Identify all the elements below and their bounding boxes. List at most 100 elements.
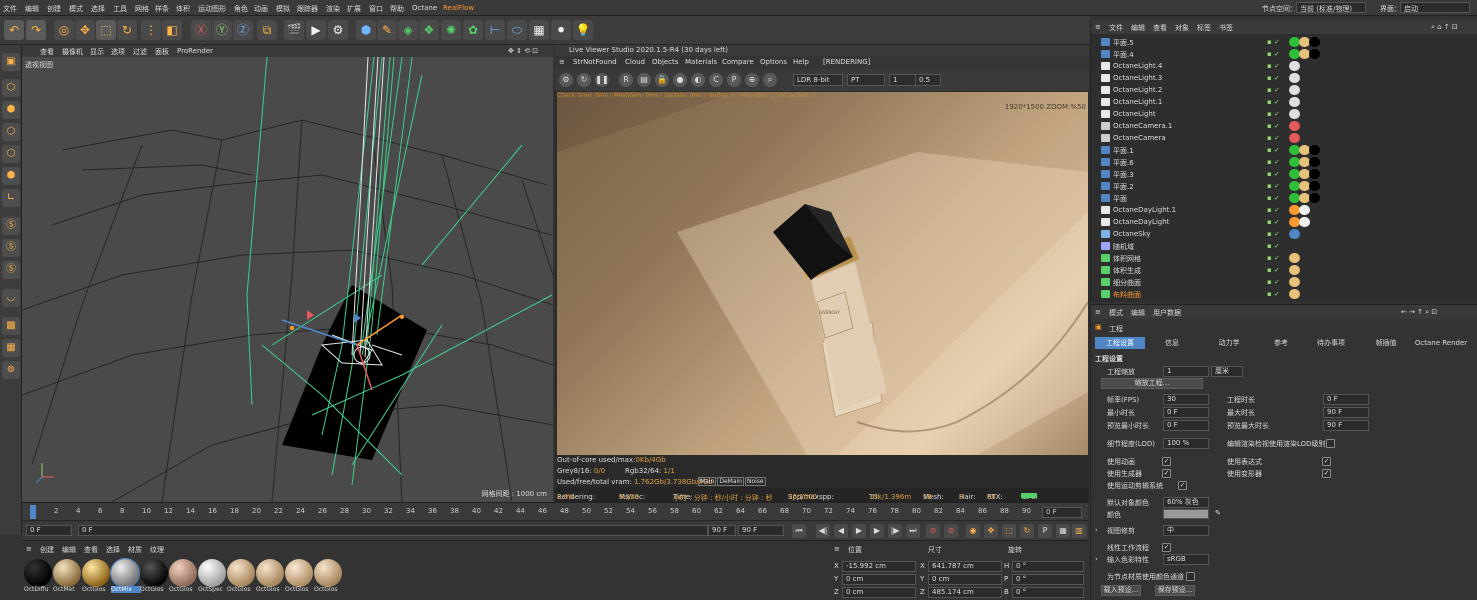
render-settings-icon[interactable]: ⚙ <box>328 20 348 40</box>
material-ball[interactable] <box>285 559 313 587</box>
object-row[interactable]: 平面.4 ▪ ✓ <box>1091 48 1477 60</box>
attr-menu-edit[interactable]: 编辑 <box>1131 308 1145 318</box>
pos-z-field[interactable]: 0 cm <box>842 587 916 598</box>
next-key-icon[interactable]: |▶ <box>888 524 902 538</box>
rot-p-field[interactable]: 0 ° <box>1012 574 1084 585</box>
obj-menu-icon[interactable]: ≡ <box>1095 23 1101 31</box>
mat-menu-select[interactable]: 选择 <box>106 545 120 555</box>
visibility-toggle-icon[interactable]: ▪ ✓ <box>1267 38 1280 46</box>
autokey-icon[interactable]: ⊘ <box>944 524 958 538</box>
object-tag-icon[interactable] <box>1289 85 1300 95</box>
tab-octane-render[interactable]: Octane Render <box>1411 337 1471 349</box>
lv-sphere-icon[interactable]: ● <box>673 73 687 87</box>
recent-tools-icon[interactable]: ⋮ <box>141 20 161 40</box>
points-mode-icon[interactable]: ⬡ <box>2 123 20 141</box>
lv-tab-main[interactable]: Main <box>698 477 717 486</box>
menu-mode[interactable]: 模式 <box>69 4 83 14</box>
start-frame-field[interactable]: 0 F <box>26 525 72 536</box>
snap-s2-icon[interactable]: Ⓢ <box>2 239 20 257</box>
go-to-end-icon[interactable]: ⏭ <box>906 524 920 538</box>
lv-zoom-icon[interactable]: ⌕ <box>763 73 777 87</box>
tab-info[interactable]: 信息 <box>1147 337 1197 349</box>
visibility-toggle-icon[interactable]: ▪ ✓ <box>1267 206 1280 214</box>
object-row[interactable]: OctaneDayLight.1 ▪ ✓ <box>1091 204 1477 216</box>
use-generator-checkbox[interactable]: ✓ <box>1162 469 1171 478</box>
pen-icon[interactable]: ✎ <box>377 20 397 40</box>
lock-icon[interactable]: ⊚ <box>2 361 20 379</box>
eyedropper-icon[interactable]: ✎ <box>1215 509 1221 517</box>
key-param-icon[interactable]: P <box>1038 524 1052 538</box>
material-ball[interactable] <box>24 559 52 587</box>
object-row[interactable]: 体积生成 ▪ ✓ <box>1091 264 1477 276</box>
bend-icon[interactable]: ⊢ <box>485 20 505 40</box>
menu-octane[interactable]: Octane <box>412 4 437 12</box>
visibility-toggle-icon[interactable]: ▪ ✓ <box>1267 242 1280 250</box>
menu-tools[interactable]: 工具 <box>113 4 127 14</box>
render-view-icon[interactable]: ▶ <box>306 20 326 40</box>
visibility-toggle-icon[interactable]: ▪ ✓ <box>1267 134 1280 142</box>
visibility-toggle-icon[interactable]: ▪ ✓ <box>1267 110 1280 118</box>
mat-menu-texture[interactable]: 纹理 <box>150 545 164 555</box>
attr-menu-icon[interactable]: ≡ <box>1095 308 1101 316</box>
object-row[interactable]: 布料曲面 ▪ ✓ <box>1091 288 1477 300</box>
coordinate-system-icon[interactable]: ⧉ <box>257 20 277 40</box>
scale-icon[interactable]: ⬚ <box>96 20 116 40</box>
menu-create[interactable]: 创建 <box>47 4 61 14</box>
object-tag-icon[interactable] <box>1309 169 1320 179</box>
object-row[interactable]: 平面.3 ▪ ✓ <box>1091 168 1477 180</box>
axis-mode-icon[interactable]: ∟ <box>2 189 20 207</box>
color-swatch[interactable] <box>1163 509 1209 519</box>
grid-icon[interactable]: ▦ <box>2 339 20 357</box>
project-scale-unit-select[interactable]: 厘米 <box>1211 366 1243 377</box>
live-select-icon[interactable]: ◎ <box>54 20 74 40</box>
min-time-field[interactable]: 0 F <box>1163 407 1209 418</box>
node-color-checkbox[interactable] <box>1186 572 1195 581</box>
key-rotation-icon[interactable]: ↻ <box>1020 524 1034 538</box>
menu-simulate[interactable]: 模拟 <box>276 4 290 14</box>
obj-menu-edit[interactable]: 编辑 <box>1131 23 1145 33</box>
lv-value2-field[interactable]: 0.5 <box>915 74 941 86</box>
lv-pick-icon[interactable]: P <box>727 73 741 87</box>
visibility-toggle-icon[interactable]: ▪ ✓ <box>1267 230 1280 238</box>
use-animation-checkbox[interactable]: ✓ <box>1162 457 1171 466</box>
visibility-toggle-icon[interactable]: ▪ ✓ <box>1267 194 1280 202</box>
rot-h-field[interactable]: 0 ° <box>1012 561 1084 572</box>
mat-menu-material[interactable]: 材质 <box>128 545 142 555</box>
record-icon[interactable]: ⊘ <box>926 524 940 538</box>
timeline-ruler[interactable]: 0246810121416182022242628303234363840424… <box>22 502 1088 520</box>
obj-menu-file[interactable]: 文件 <box>1109 23 1123 33</box>
cube-icon[interactable]: ⬢ <box>356 20 376 40</box>
visibility-toggle-icon[interactable]: ▪ ✓ <box>1267 182 1280 190</box>
undo-icon[interactable]: ↶ <box>4 20 24 40</box>
edges-mode-icon[interactable]: ⬡ <box>2 145 20 163</box>
render-image[interactable]: Check time: 0ms / MeshGen: 0ms / Update:… <box>557 92 1088 455</box>
lv-film-icon[interactable]: ▤ <box>637 73 651 87</box>
object-row[interactable]: OctaneLight.1 ▪ ✓ <box>1091 96 1477 108</box>
object-row[interactable]: 随机域 ▪ ✓ <box>1091 240 1477 252</box>
default-color-select[interactable]: 60% 灰色 <box>1163 497 1209 508</box>
visibility-toggle-icon[interactable]: ▪ ✓ <box>1267 254 1280 262</box>
material-ball[interactable] <box>256 559 284 587</box>
object-row[interactable]: OctaneCamera.1 ▪ ✓ <box>1091 120 1477 132</box>
subdivision-icon[interactable]: ◈ <box>398 20 418 40</box>
end-frame-field[interactable]: 90 F <box>738 525 784 536</box>
workplane-icon[interactable]: ▩ <box>2 317 20 335</box>
visibility-toggle-icon[interactable]: ▪ ✓ <box>1267 170 1280 178</box>
material-ball[interactable] <box>314 559 342 587</box>
snap-s-icon[interactable]: Ⓢ <box>2 217 20 235</box>
prev-key-icon[interactable]: ◀| <box>816 524 830 538</box>
material-ball[interactable] <box>140 559 168 587</box>
mat-menu-view[interactable]: 查看 <box>84 545 98 555</box>
next-frame-icon[interactable]: ▶ <box>870 524 884 538</box>
visibility-toggle-icon[interactable]: ▪ ✓ <box>1267 146 1280 154</box>
object-row[interactable]: 平面.2 ▪ ✓ <box>1091 180 1477 192</box>
object-row[interactable]: 细分曲面 ▪ ✓ <box>1091 276 1477 288</box>
visibility-toggle-icon[interactable]: ▪ ✓ <box>1267 122 1280 130</box>
menu-extensions[interactable]: 扩展 <box>347 4 361 14</box>
menu-tracker[interactable]: 跟踪器 <box>297 4 318 14</box>
lv-region-icon[interactable]: R <box>619 73 633 87</box>
key-scale-icon[interactable]: ⬚ <box>1002 524 1016 538</box>
object-row[interactable]: OctaneDayLight ▪ ✓ <box>1091 216 1477 228</box>
timeline-window-icon[interactable]: ▥ <box>1072 524 1086 538</box>
rotate-icon[interactable]: ↻ <box>117 20 137 40</box>
